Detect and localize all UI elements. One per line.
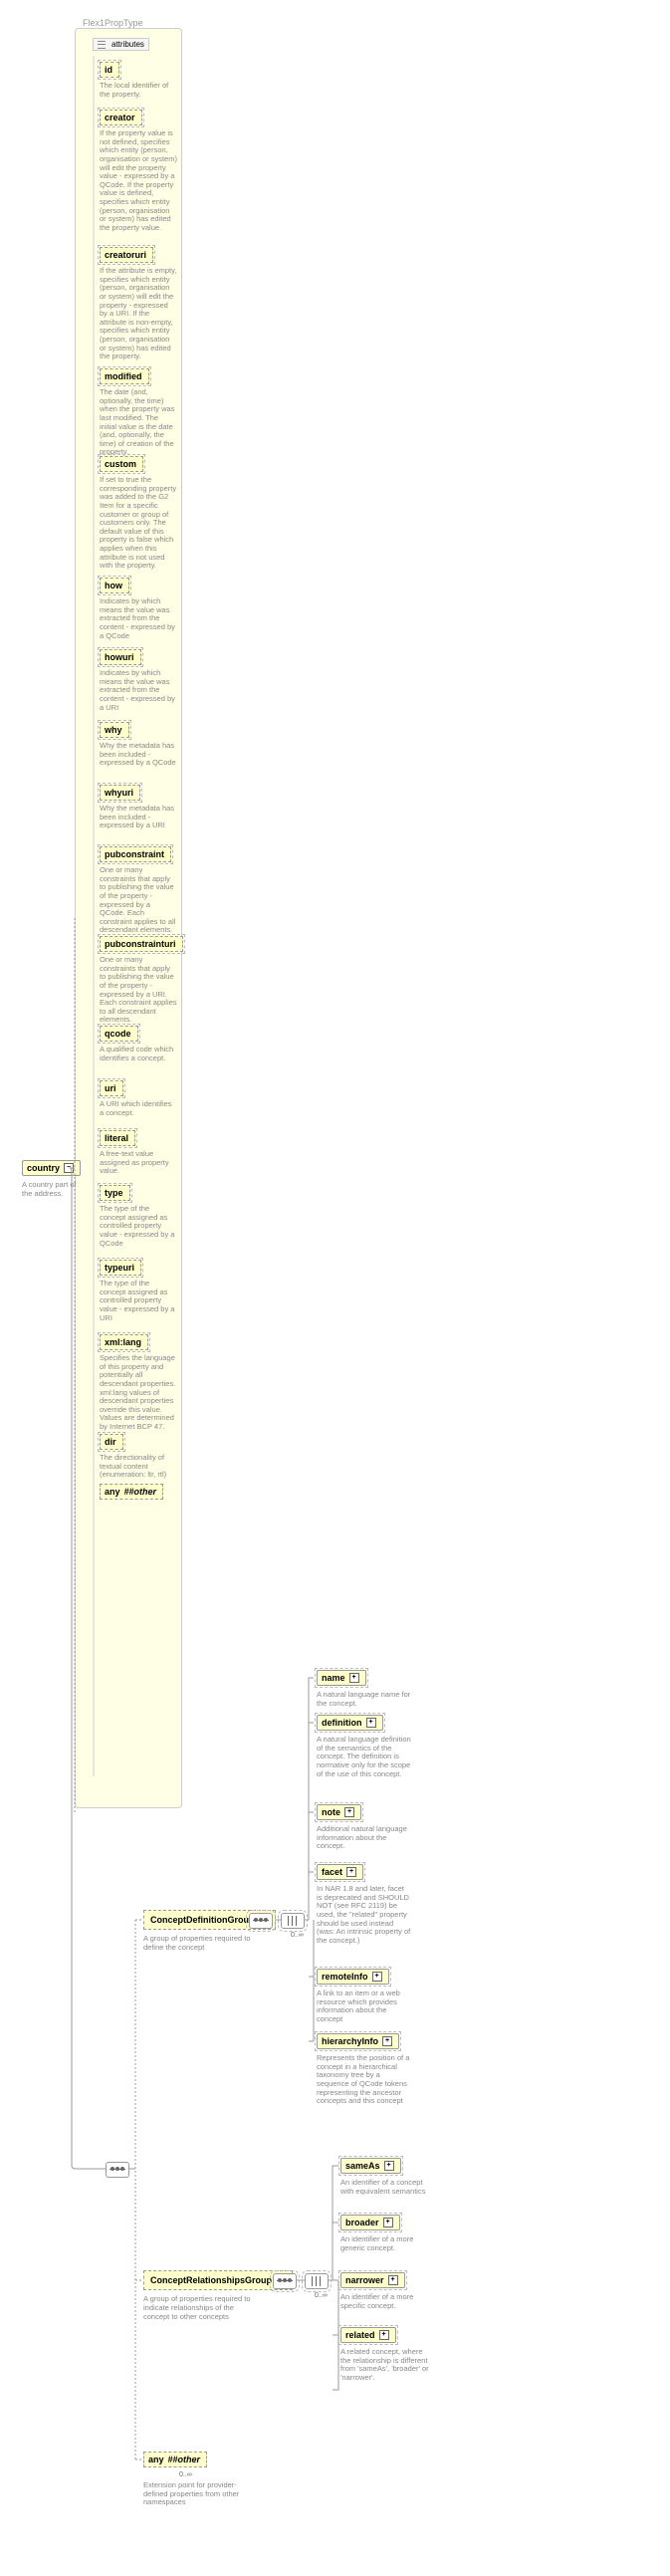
expand-icon[interactable]: + (379, 2330, 389, 2340)
desc-narrower: An identifier of a more specific concept… (340, 2293, 435, 2310)
expand-icon[interactable]: + (383, 2218, 393, 2227)
attributes-header: attributes (93, 38, 149, 51)
schema-diagram: Flex1PropType attributes country − A cou… (10, 10, 670, 2566)
attr-why[interactable]: why (100, 722, 129, 738)
any-element[interactable]: any ##other (143, 2452, 207, 2467)
element-country[interactable]: country − (22, 1160, 81, 1176)
element-related[interactable]: related+ (340, 2327, 396, 2343)
desc-any-element: Extension point for provider-defined pro… (143, 2481, 243, 2507)
element-narrower[interactable]: narrower+ (340, 2272, 405, 2288)
attr-whyuri[interactable]: whyuri (100, 785, 140, 801)
attr-type[interactable]: type (100, 1185, 130, 1201)
desc-how: Indicates by which means the value was e… (100, 597, 177, 640)
desc-id: The local identifier of the property. (100, 82, 177, 99)
attr-typeuri[interactable]: typeuri (100, 1260, 141, 1276)
attr-literal[interactable]: literal (100, 1130, 135, 1146)
element-remoteinfo[interactable]: remoteInfo+ (317, 1969, 389, 1985)
desc-group-rel: A group of properties required to indica… (143, 2294, 253, 2321)
expand-icon[interactable]: + (349, 1673, 359, 1683)
attr-qcode[interactable]: qcode (100, 1026, 138, 1042)
desc-literal: A free-text value assigned as property v… (100, 1150, 177, 1176)
attr-creator[interactable]: creator (100, 110, 142, 125)
attr-uri[interactable]: uri (100, 1080, 123, 1096)
expand-icon[interactable]: + (388, 2275, 398, 2285)
desc-definition: A natural language definition of the sem… (317, 1736, 411, 1778)
desc-broader: An identifier of a more generic concept. (340, 2235, 435, 2252)
desc-country: A country part of the address. (22, 1181, 80, 1198)
desc-pubconstraint: One or many constraints that apply to pu… (100, 866, 177, 935)
desc-uri: A URI which identifies a concept. (100, 1100, 177, 1117)
desc-facet: In NAR 1.8 and later, facet is deprecate… (317, 1885, 411, 1945)
element-name[interactable]: name+ (317, 1670, 366, 1686)
element-note[interactable]: note+ (317, 1804, 361, 1820)
element-broader[interactable]: broader+ (340, 2215, 400, 2230)
attr-pubconstrainturi[interactable]: pubconstrainturi (100, 936, 183, 952)
desc-custom: If set to true the corresponding propert… (100, 476, 177, 571)
expand-icon[interactable]: + (382, 2036, 392, 2046)
desc-xmllang: Specifies the language of this property … (100, 1354, 177, 1432)
desc-pubconstrainturi: One or many constraints that apply to pu… (100, 956, 177, 1025)
attr-howuri[interactable]: howuri (100, 649, 141, 665)
desc-howuri: Indicates by which means the value was e… (100, 669, 177, 712)
desc-typeuri: The type of the concept assigned as cont… (100, 1280, 177, 1322)
expand-icon[interactable]: + (372, 1972, 382, 1982)
desc-creator: If the property value is not defined, sp… (100, 129, 177, 233)
occur-any: 0..∞ (179, 2471, 192, 2478)
desc-type: The type of the concept assigned as cont… (100, 1205, 177, 1248)
attr-custom[interactable]: custom (100, 456, 143, 472)
desc-modified: The date (and, optionally, the time) whe… (100, 388, 177, 457)
expand-icon[interactable]: + (344, 1807, 354, 1817)
attr-creatoruri[interactable]: creatoruri (100, 247, 153, 263)
attr-modified[interactable]: modified (100, 368, 149, 384)
desc-related: A related concept, where the relationshi… (340, 2348, 435, 2383)
expand-icon[interactable]: + (346, 1867, 356, 1877)
element-sameas[interactable]: sameAs+ (340, 2158, 401, 2174)
sequence-def[interactable] (249, 1913, 273, 1929)
sequence-main[interactable] (106, 2162, 129, 2178)
type-name: Flex1PropType (83, 18, 143, 28)
any-attribute[interactable]: any ##other (100, 1484, 163, 1500)
desc-qcode: A qualified code which identifies a conc… (100, 1046, 177, 1062)
choice-def[interactable] (281, 1913, 305, 1929)
desc-name: A natural language name for the concept. (317, 1691, 411, 1708)
desc-why: Why the metadata has been included - exp… (100, 742, 177, 768)
attr-dir[interactable]: dir (100, 1434, 123, 1450)
collapse-icon[interactable]: − (64, 1163, 74, 1173)
element-hierarchyinfo[interactable]: hierarchyInfo+ (317, 2033, 399, 2049)
attr-id[interactable]: id (100, 62, 119, 78)
group-conceptrelationships[interactable]: ConceptRelationshipsGroup − (143, 2270, 293, 2290)
desc-dir: The directionality of textual content (e… (100, 1454, 177, 1480)
attr-pubconstraint[interactable]: pubconstraint (100, 846, 171, 862)
choice-rel[interactable] (305, 2273, 329, 2289)
attr-xmllang[interactable]: xml:lang (100, 1334, 148, 1350)
desc-sameas: An identifier of a concept with equivale… (340, 2179, 435, 2196)
expand-icon[interactable]: + (384, 2161, 394, 2171)
attr-how[interactable]: how (100, 578, 129, 593)
desc-creatoruri: If the attribute is empty, specifies whi… (100, 267, 177, 361)
expand-icon[interactable]: + (366, 1718, 376, 1728)
sequence-rel[interactable] (273, 2273, 297, 2289)
element-facet[interactable]: facet+ (317, 1864, 363, 1880)
desc-note: Additional natural language information … (317, 1825, 411, 1851)
desc-group-def: A group of properties required to define… (143, 1934, 253, 1952)
desc-whyuri: Why the metadata has been included - exp… (100, 805, 177, 830)
desc-remoteinfo: A link to an item or a web resource whic… (317, 1990, 411, 2024)
element-definition[interactable]: definition+ (317, 1715, 383, 1731)
attributes-icon (98, 41, 106, 49)
desc-hierarchyinfo: Represents the position of a concept in … (317, 2054, 411, 2106)
